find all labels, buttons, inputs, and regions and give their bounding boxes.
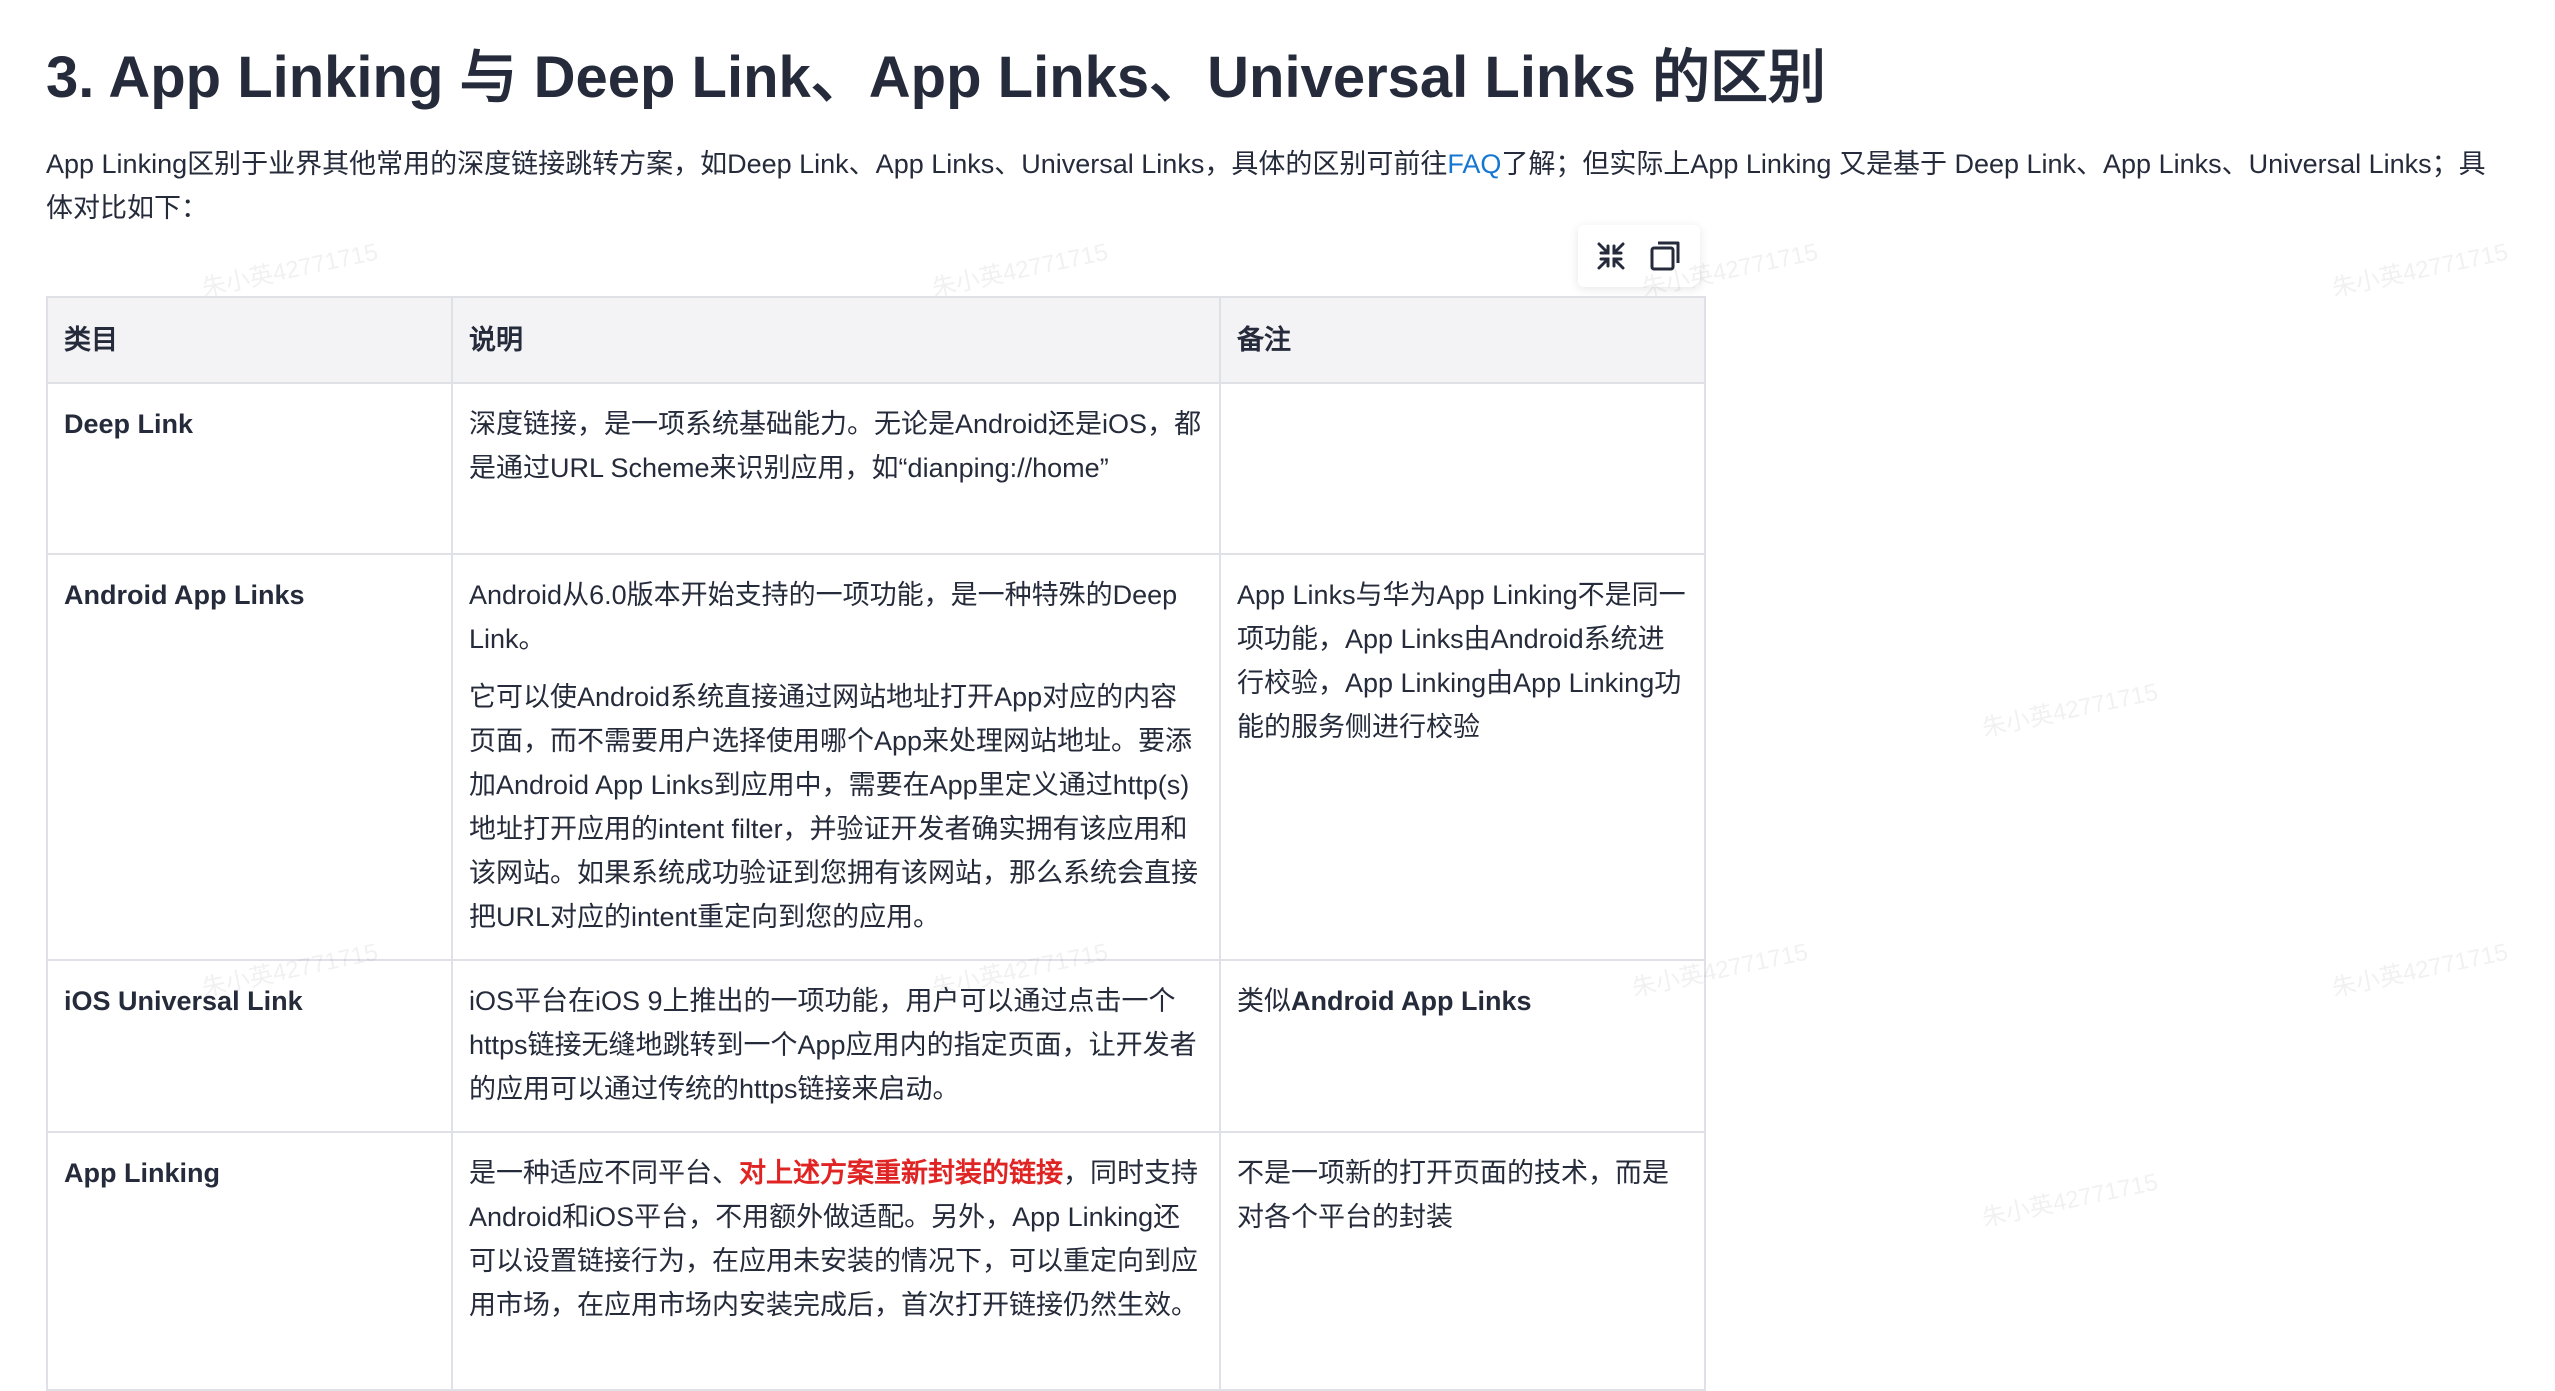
watermark: 朱小英42771715 [1979, 1168, 2161, 1233]
description-paragraph: 它可以使Android系统直接通过网站地址打开App对应的内容页面，而不需要用户… [469, 682, 1198, 932]
watermark: 朱小英42771715 [2329, 938, 2511, 1003]
header-description: 说明 [451, 296, 1221, 384]
watermark: 朱小英42771715 [929, 238, 1111, 303]
header-remark: 备注 [1219, 296, 1706, 384]
header-category: 类目 [46, 296, 453, 384]
comparison-table: 类目 说明 备注 Deep Link 深度链接，是一项系统基础能力。无论是And… [46, 296, 1706, 1391]
intro-paragraph: App Linking区别于业界其他常用的深度链接跳转方案，如Deep Link… [46, 142, 2496, 230]
row-description: Android从6.0版本开始支持的一项功能，是一种特殊的Deep Link。 … [451, 553, 1221, 961]
table-row: Deep Link 深度链接，是一项系统基础能力。无论是Android还是iOS… [46, 382, 1706, 555]
row-description: 深度链接，是一项系统基础能力。无论是Android还是iOS，都是通过URL S… [451, 382, 1221, 555]
faq-link[interactable]: FAQ [1447, 149, 1501, 179]
watermark: 朱小英42771715 [2329, 238, 2511, 303]
row-remark: 类似Android App Links [1219, 959, 1706, 1133]
watermark: 朱小英42771715 [1979, 678, 2161, 743]
description-paragraph: Android从6.0版本开始支持的一项功能，是一种特殊的Deep Link。 [469, 580, 1178, 654]
intro-text-before-link: App Linking区别于业界其他常用的深度链接跳转方案，如Deep Link… [46, 149, 1448, 179]
description-prefix: 是一种适应不同平台、 [469, 1158, 739, 1188]
table-header-row: 类目 说明 备注 [46, 296, 1706, 384]
remark-bold: Android App Links [1291, 986, 1532, 1016]
row-category: iOS Universal Link [46, 959, 453, 1133]
fullscreen-icon[interactable] [1592, 237, 1630, 275]
table-row: App Linking 是一种适应不同平台、对上述方案重新封装的链接，同时支持A… [46, 1131, 1706, 1391]
doc-page: 3. App Linking 与 Deep Link、App Links、Uni… [0, 0, 2555, 1391]
table-row: Android App Links Android从6.0版本开始支持的一项功能… [46, 553, 1706, 961]
table-row: iOS Universal Link iOS平台在iOS 9上推出的一项功能，用… [46, 959, 1706, 1133]
description-paragraph: iOS平台在iOS 9上推出的一项功能，用户可以通过点击一个https链接无缝地… [469, 986, 1197, 1104]
row-category: App Linking [46, 1131, 453, 1391]
section-heading: 3. App Linking 与 Deep Link、App Links、Uni… [46, 45, 1826, 110]
description-paragraph: 是一种适应不同平台、对上述方案重新封装的链接，同时支持Android和iOS平台… [469, 1151, 1203, 1327]
row-category: Deep Link [46, 382, 453, 555]
row-description: 是一种适应不同平台、对上述方案重新封装的链接，同时支持Android和iOS平台… [451, 1131, 1221, 1391]
row-remark: App Links与华为App Linking不是同一项功能，App Links… [1219, 553, 1706, 961]
copy-icon[interactable] [1646, 237, 1684, 275]
table-toolbar [1578, 225, 1700, 287]
description-paragraph: 深度链接，是一项系统基础能力。无论是Android还是iOS，都是通过URL S… [469, 409, 1202, 483]
description-highlight: 对上述方案重新封装的链接 [739, 1158, 1063, 1188]
row-remark: 不是一项新的打开页面的技术，而是对各个平台的封装 [1219, 1131, 1706, 1391]
row-category: Android App Links [46, 553, 453, 961]
row-description: iOS平台在iOS 9上推出的一项功能，用户可以通过点击一个https链接无缝地… [451, 959, 1221, 1133]
watermark: 朱小英42771715 [199, 238, 381, 303]
row-remark [1219, 382, 1706, 555]
remark-prefix: 类似 [1237, 986, 1291, 1016]
